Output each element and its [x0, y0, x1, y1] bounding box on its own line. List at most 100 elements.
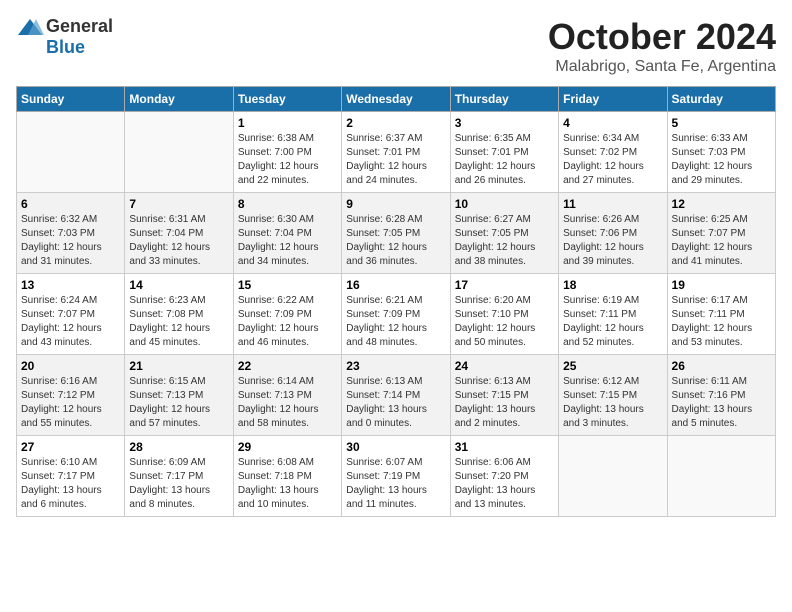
- calendar-cell: 5 Sunrise: 6:33 AMSunset: 7:03 PMDaylight…: [667, 112, 775, 193]
- day-info: Sunrise: 6:11 AMSunset: 7:16 PMDaylight:…: [672, 375, 771, 431]
- calendar-cell: 11Sunrise: 6:26 AMSunset: 7:06 PMDayligh…: [559, 193, 667, 274]
- calendar-cell: 31 Sunrise: 6:06 AMSunset: 7:20 PMDayligh…: [450, 436, 558, 517]
- day-info: Sunrise: 6:14 AMSunset: 7:13 PMDaylight:…: [238, 375, 337, 431]
- page-header: General Blue October 2024 Malabrigo, San…: [16, 16, 776, 76]
- weekday-header: Tuesday: [233, 87, 341, 112]
- day-info: Sunrise: 6:25 AMSunset: 7:07 PMDaylight:…: [672, 213, 771, 269]
- day-info: Sunrise: 6:13 AMSunset: 7:15 PMDaylight:…: [455, 375, 554, 431]
- day-number: 9: [346, 197, 445, 211]
- calendar-cell: 28Sunrise: 6:09 AMSunset: 7:17 PMDayligh…: [125, 436, 233, 517]
- day-number: 21: [129, 359, 228, 373]
- calendar-cell: 22 Sunrise: 6:14 AMSunset: 7:13 PMDayligh…: [233, 355, 341, 436]
- calendar-cell: 21Sunrise: 6:15 AMSunset: 7:13 PMDayligh…: [125, 355, 233, 436]
- weekday-header: Friday: [559, 87, 667, 112]
- day-number: 18: [563, 278, 662, 292]
- calendar-cell: 12 Sunrise: 6:25 AMSunset: 7:07 PMDayligh…: [667, 193, 775, 274]
- calendar-cell: [559, 436, 667, 517]
- day-number: 31: [455, 440, 554, 454]
- calendar-cell: 6 Sunrise: 6:32 AMSunset: 7:03 PMDaylight…: [17, 193, 125, 274]
- calendar-cell: 4 Sunrise: 6:34 AMSunset: 7:02 PMDaylight…: [559, 112, 667, 193]
- calendar-cell: 2 Sunrise: 6:37 AMSunset: 7:01 PMDaylight…: [342, 112, 450, 193]
- day-info: Sunrise: 6:23 AMSunset: 7:08 PMDaylight:…: [129, 294, 228, 350]
- calendar-week-row: 1 Sunrise: 6:38 AMSunset: 7:00 PMDaylight…: [17, 112, 776, 193]
- calendar-cell: 18 Sunrise: 6:19 AMSunset: 7:11 PMDayligh…: [559, 274, 667, 355]
- calendar-cell: 3 Sunrise: 6:35 AMSunset: 7:01 PMDaylight…: [450, 112, 558, 193]
- day-number: 1: [238, 116, 337, 130]
- day-number: 29: [238, 440, 337, 454]
- day-info: Sunrise: 6:38 AMSunset: 7:00 PMDaylight:…: [238, 132, 337, 188]
- day-number: 4: [563, 116, 662, 130]
- day-info: Sunrise: 6:30 AMSunset: 7:04 PMDaylight:…: [238, 213, 337, 269]
- day-info: Sunrise: 6:21 AMSunset: 7:09 PMDaylight:…: [346, 294, 445, 350]
- day-number: 23: [346, 359, 445, 373]
- calendar-header-row: SundayMondayTuesdayWednesdayThursdayFrid…: [17, 87, 776, 112]
- day-number: 27: [21, 440, 120, 454]
- weekday-header: Monday: [125, 87, 233, 112]
- day-info: Sunrise: 6:28 AMSunset: 7:05 PMDaylight:…: [346, 213, 445, 269]
- day-info: Sunrise: 6:08 AMSunset: 7:18 PMDaylight:…: [238, 456, 337, 512]
- calendar-cell: 24 Sunrise: 6:13 AMSunset: 7:15 PMDayligh…: [450, 355, 558, 436]
- calendar-cell: 20 Sunrise: 6:16 AMSunset: 7:12 PMDayligh…: [17, 355, 125, 436]
- day-info: Sunrise: 6:06 AMSunset: 7:20 PMDaylight:…: [455, 456, 554, 512]
- day-number: 2: [346, 116, 445, 130]
- day-number: 15: [238, 278, 337, 292]
- day-number: 17: [455, 278, 554, 292]
- calendar-table: SundayMondayTuesdayWednesdayThursdayFrid…: [16, 86, 776, 517]
- day-number: 6: [21, 197, 120, 211]
- day-info: Sunrise: 6:19 AMSunset: 7:11 PMDaylight:…: [563, 294, 662, 350]
- calendar-cell: 13Sunrise: 6:24 AMSunset: 7:07 PMDayligh…: [17, 274, 125, 355]
- day-info: Sunrise: 6:10 AMSunset: 7:17 PMDaylight:…: [21, 456, 120, 512]
- calendar-cell: [17, 112, 125, 193]
- day-info: Sunrise: 6:37 AMSunset: 7:01 PMDaylight:…: [346, 132, 445, 188]
- calendar-cell: 25Sunrise: 6:12 AMSunset: 7:15 PMDayligh…: [559, 355, 667, 436]
- calendar-week-row: 27 Sunrise: 6:10 AMSunset: 7:17 PMDayligh…: [17, 436, 776, 517]
- day-info: Sunrise: 6:34 AMSunset: 7:02 PMDaylight:…: [563, 132, 662, 188]
- calendar-cell: 8 Sunrise: 6:30 AMSunset: 7:04 PMDaylight…: [233, 193, 341, 274]
- calendar-cell: 14 Sunrise: 6:23 AMSunset: 7:08 PMDayligh…: [125, 274, 233, 355]
- day-info: Sunrise: 6:16 AMSunset: 7:12 PMDaylight:…: [21, 375, 120, 431]
- month-title: October 2024: [548, 16, 776, 58]
- day-info: Sunrise: 6:07 AMSunset: 7:19 PMDaylight:…: [346, 456, 445, 512]
- day-number: 7: [129, 197, 228, 211]
- day-info: Sunrise: 6:09 AMSunset: 7:17 PMDaylight:…: [129, 456, 228, 512]
- calendar-cell: 30 Sunrise: 6:07 AMSunset: 7:19 PMDayligh…: [342, 436, 450, 517]
- calendar-cell: [667, 436, 775, 517]
- day-info: Sunrise: 6:20 AMSunset: 7:10 PMDaylight:…: [455, 294, 554, 350]
- calendar-cell: 17 Sunrise: 6:20 AMSunset: 7:10 PMDayligh…: [450, 274, 558, 355]
- weekday-header: Wednesday: [342, 87, 450, 112]
- day-number: 24: [455, 359, 554, 373]
- calendar-cell: [125, 112, 233, 193]
- day-info: Sunrise: 6:33 AMSunset: 7:03 PMDaylight:…: [672, 132, 771, 188]
- calendar-cell: 26 Sunrise: 6:11 AMSunset: 7:16 PMDayligh…: [667, 355, 775, 436]
- day-number: 5: [672, 116, 771, 130]
- logo-general: General: [46, 16, 113, 37]
- calendar-cell: 10Sunrise: 6:27 AMSunset: 7:05 PMDayligh…: [450, 193, 558, 274]
- day-number: 14: [129, 278, 228, 292]
- day-number: 26: [672, 359, 771, 373]
- day-number: 10: [455, 197, 554, 211]
- day-info: Sunrise: 6:24 AMSunset: 7:07 PMDaylight:…: [21, 294, 120, 350]
- calendar-cell: 9 Sunrise: 6:28 AMSunset: 7:05 PMDaylight…: [342, 193, 450, 274]
- calendar-cell: 29 Sunrise: 6:08 AMSunset: 7:18 PMDayligh…: [233, 436, 341, 517]
- day-number: 12: [672, 197, 771, 211]
- day-number: 3: [455, 116, 554, 130]
- location: Malabrigo, Santa Fe, Argentina: [548, 58, 776, 76]
- day-info: Sunrise: 6:32 AMSunset: 7:03 PMDaylight:…: [21, 213, 120, 269]
- day-number: 8: [238, 197, 337, 211]
- weekday-header: Saturday: [667, 87, 775, 112]
- day-info: Sunrise: 6:22 AMSunset: 7:09 PMDaylight:…: [238, 294, 337, 350]
- calendar-cell: 1 Sunrise: 6:38 AMSunset: 7:00 PMDaylight…: [233, 112, 341, 193]
- day-number: 20: [21, 359, 120, 373]
- day-number: 30: [346, 440, 445, 454]
- calendar-cell: 15 Sunrise: 6:22 AMSunset: 7:09 PMDayligh…: [233, 274, 341, 355]
- calendar-cell: 19Sunrise: 6:17 AMSunset: 7:11 PMDayligh…: [667, 274, 775, 355]
- day-info: Sunrise: 6:17 AMSunset: 7:11 PMDaylight:…: [672, 294, 771, 350]
- calendar-cell: 7Sunrise: 6:31 AMSunset: 7:04 PMDaylight…: [125, 193, 233, 274]
- calendar-week-row: 6 Sunrise: 6:32 AMSunset: 7:03 PMDaylight…: [17, 193, 776, 274]
- weekday-header: Sunday: [17, 87, 125, 112]
- day-info: Sunrise: 6:35 AMSunset: 7:01 PMDaylight:…: [455, 132, 554, 188]
- calendar-week-row: 13Sunrise: 6:24 AMSunset: 7:07 PMDayligh…: [17, 274, 776, 355]
- day-number: 22: [238, 359, 337, 373]
- logo-blue: Blue: [46, 37, 85, 58]
- logo-icon: [16, 17, 44, 37]
